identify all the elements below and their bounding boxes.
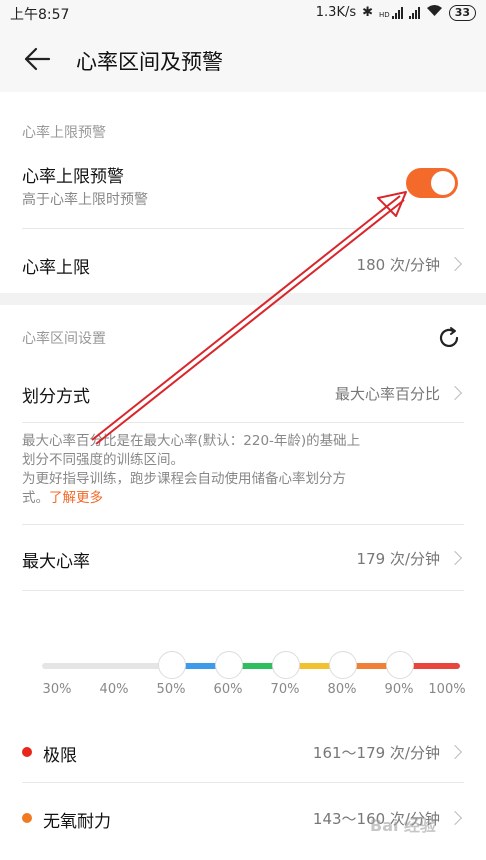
slider-tick-label: 30% — [42, 682, 72, 697]
divider — [22, 782, 464, 783]
refresh-icon[interactable] — [436, 325, 462, 351]
network-speed: 1.3K/s — [315, 5, 357, 20]
divider — [22, 422, 464, 423]
heart-rate-limit-value: 180 次/分钟 — [356, 256, 440, 274]
slider-tick-label: 100% — [428, 682, 466, 697]
slider-tick-label: 50% — [156, 682, 186, 697]
slider-tick-label: 90% — [384, 682, 414, 697]
zone-name: 无氧耐力 — [43, 812, 111, 832]
alarm-toggle-switch[interactable] — [406, 168, 458, 198]
status-bar: 上午8:57 1.3K/s ✱ HD 33 — [0, 0, 486, 26]
slider-tick-label: 60% — [213, 682, 243, 697]
method-description: 最大心率百分比是在最大心率(默认：220-年龄)的基础上 划分不同强度的训练区间… — [22, 432, 462, 508]
status-right-group: 1.3K/s ✱ HD 33 — [316, 4, 476, 21]
max-heart-rate-row[interactable]: 最大心率 179 次/分钟 — [0, 525, 486, 589]
slider-handle[interactable] — [329, 651, 357, 679]
back-arrow-icon[interactable] — [22, 44, 52, 74]
description-line: 划分不同强度的训练区间。 — [22, 452, 184, 468]
chevron-right-icon — [447, 744, 463, 760]
zone-color-dot — [22, 813, 32, 823]
zone-range-slider[interactable] — [42, 651, 460, 679]
slider-handle[interactable] — [158, 651, 186, 679]
alarm-toggle-subtitle: 高于心率上限时预警 — [22, 192, 148, 208]
learn-more-link[interactable]: 了解更多 — [49, 490, 103, 506]
alarm-toggle-title: 心率上限预警 — [22, 167, 124, 187]
slider-tick-label: 70% — [270, 682, 300, 697]
slider-handle[interactable] — [386, 651, 414, 679]
slider-handle[interactable] — [215, 651, 243, 679]
zone-color-dot — [22, 747, 32, 757]
zone-name: 极限 — [43, 746, 77, 766]
slider-segment-gray — [42, 663, 172, 669]
app-bar: 心率区间及预警 — [0, 26, 486, 92]
division-method-row[interactable]: 划分方式 最大心率百分比 — [0, 362, 486, 422]
battery-icon: 33 — [448, 4, 476, 21]
max-heart-rate-value: 179 次/分钟 — [356, 550, 440, 568]
wifi-icon — [426, 4, 443, 21]
section-label-alarm: 心率上限预警 — [22, 125, 106, 141]
status-time: 上午8:57 — [10, 7, 70, 23]
heart-rate-limit-row[interactable]: 心率上限 180 次/分钟 — [0, 229, 486, 293]
toggle-knob — [431, 171, 455, 195]
heart-rate-limit-label: 心率上限 — [22, 258, 90, 278]
hd-signal-icon: HD — [379, 6, 403, 19]
chevron-right-icon — [447, 810, 463, 826]
divider — [22, 590, 464, 591]
slider-handle[interactable] — [272, 651, 300, 679]
section-label-zones: 心率区间设置 — [22, 331, 106, 347]
bluetooth-icon: ✱ — [362, 5, 374, 20]
zone-range: 161～179 次/分钟 — [312, 744, 440, 762]
division-method-value: 最大心率百分比 — [334, 385, 440, 403]
description-line: 最大心率百分比是在最大心率(默认：220-年龄)的基础上 — [22, 433, 361, 449]
description-line: 为更好指导训练，跑步课程会自动使用储备心率划分方 — [22, 471, 346, 487]
zone-row-limit[interactable]: 极限 161～179 次/分钟 — [0, 722, 486, 782]
watermark: Bai 经验 — [370, 816, 437, 835]
chevron-right-icon — [447, 385, 463, 401]
signal-icon — [408, 6, 420, 19]
description-line-last: 式。了解更多 — [22, 490, 103, 506]
section-gap — [0, 293, 486, 305]
division-method-label: 划分方式 — [22, 387, 90, 407]
slider-tick-label: 80% — [327, 682, 357, 697]
slider-tick-label: 40% — [99, 682, 129, 697]
chevron-right-icon — [447, 550, 463, 566]
max-heart-rate-label: 最大心率 — [22, 552, 90, 572]
chevron-right-icon — [447, 256, 463, 272]
page-title: 心率区间及预警 — [76, 50, 223, 74]
